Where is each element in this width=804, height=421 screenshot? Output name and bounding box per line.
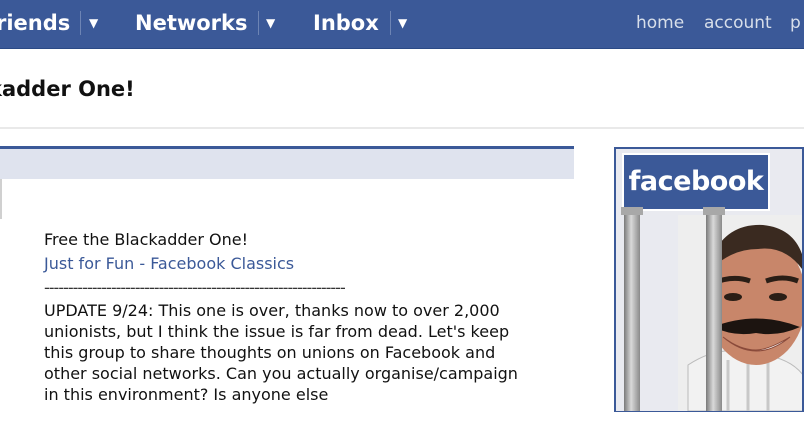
friends-dropdown-arrow-icon[interactable]: ▼ [89,0,98,48]
nav-separator [80,11,81,35]
divider [0,179,2,219]
nav-separator [258,11,259,35]
page-header: kadder One! [0,49,804,129]
group-category-link[interactable]: Just for Fun - Facebook Classics [44,252,544,276]
nav-networks[interactable]: Networks [135,0,248,48]
networks-dropdown-arrow-icon[interactable]: ▼ [266,0,275,48]
jail-bar [624,211,640,411]
group-description: UPDATE 9/24: This one is over, thanks no… [44,301,518,404]
nav-inbox[interactable]: Inbox [313,0,379,48]
home-link[interactable]: home [636,0,684,48]
facebook-logo: facebook [622,153,770,211]
inbox-dropdown-arrow-icon[interactable]: ▼ [398,0,407,48]
group-tab-strip [0,146,574,179]
top-navigation-bar: riends ▼ Networks ▼ Inbox ▼ home account… [0,0,804,49]
jail-bar-cap [703,207,725,215]
group-name: Free the Blackadder One! [44,230,249,249]
jail-bar [706,211,722,411]
group-profile-picture[interactable]: facebook [614,147,804,413]
page-title: kadder One! [0,77,135,101]
jail-bar-cap [621,207,643,215]
prisoner-face-image [678,215,802,411]
nav-separator [390,11,391,35]
divider-dashes: ----------------------------------------… [44,278,346,297]
nav-friends[interactable]: riends [0,0,70,48]
account-link[interactable]: account [704,0,772,48]
privacy-link[interactable]: p [790,0,801,48]
bottom-edge [0,412,804,421]
group-info: Free the Blackadder One! Just for Fun - … [44,228,544,405]
